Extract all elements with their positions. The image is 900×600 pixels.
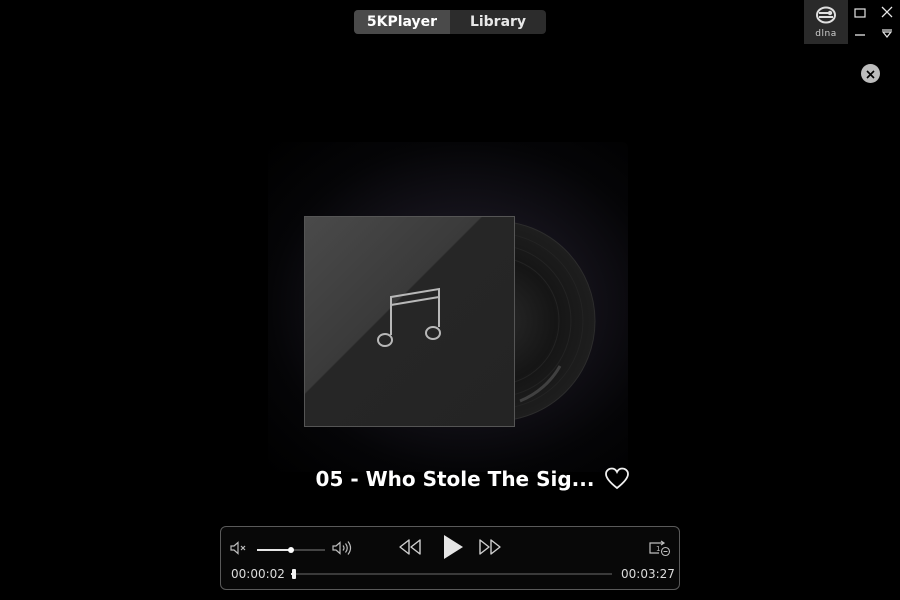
playback-control-panel: 1 00:00:02 00:03:27 xyxy=(220,526,680,590)
favorite-heart-icon[interactable] xyxy=(604,467,630,491)
track-title: 05 - Who Stole The Sig... xyxy=(315,467,595,491)
dropdown-menu-icon xyxy=(881,24,893,43)
total-time: 00:03:27 xyxy=(621,567,675,581)
close-player-button[interactable] xyxy=(861,64,880,83)
dlna-icon xyxy=(815,6,837,28)
volume-high-icon xyxy=(331,539,353,561)
menu-dropdown-button[interactable] xyxy=(879,25,895,41)
track-title-row: 05 - Who Stole The Sig... xyxy=(0,464,900,494)
music-note-icon xyxy=(375,285,445,359)
close-window-icon xyxy=(881,3,893,22)
play-icon xyxy=(441,533,465,565)
maximize-button[interactable] xyxy=(852,4,868,20)
volume-slider[interactable] xyxy=(257,547,325,553)
dlna-button[interactable]: dlna xyxy=(804,0,848,44)
volume-knob[interactable] xyxy=(288,547,294,553)
minimize-button[interactable] xyxy=(852,25,868,41)
rewind-icon xyxy=(397,538,423,560)
seek-bar[interactable] xyxy=(291,569,612,579)
rewind-button[interactable] xyxy=(397,539,423,559)
volume-fill xyxy=(257,549,291,551)
album-cover xyxy=(304,216,515,427)
view-tabs: 5KPlayer Library xyxy=(354,10,546,34)
mute-button[interactable] xyxy=(229,540,249,560)
repeat-one-icon: 1 xyxy=(647,539,671,561)
play-button[interactable] xyxy=(440,535,466,563)
fast-forward-icon xyxy=(477,538,503,560)
seek-handle[interactable] xyxy=(292,569,297,579)
close-window-button[interactable] xyxy=(879,4,895,20)
maximize-icon xyxy=(854,3,866,22)
player-window: 5KPlayer Library dlna 05 - Who Stole The… xyxy=(0,0,900,600)
repeat-mode-button[interactable]: 1 xyxy=(647,540,671,560)
mute-icon xyxy=(229,540,249,560)
close-icon xyxy=(866,64,875,83)
minimize-icon xyxy=(854,24,866,43)
tab-5kplayer[interactable]: 5KPlayer xyxy=(354,10,450,34)
tab-library[interactable]: Library xyxy=(450,10,546,34)
svg-text:1: 1 xyxy=(656,545,660,553)
elapsed-time: 00:00:02 xyxy=(231,567,285,581)
volume-max-button[interactable] xyxy=(331,541,353,559)
dlna-label: dlna xyxy=(815,28,837,39)
fast-forward-button[interactable] xyxy=(477,539,503,559)
